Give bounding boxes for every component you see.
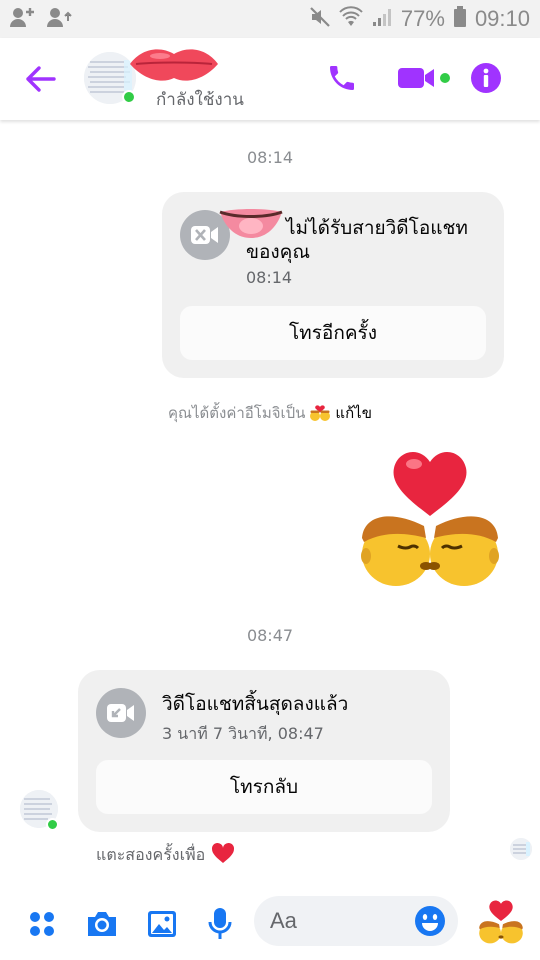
camera-icon <box>88 912 116 936</box>
four-dots-menu-icon <box>30 912 54 936</box>
emoji-change-notice: คุณได้ตั้งค่าอีโมจิเป็น แก้ไข <box>0 400 540 426</box>
gallery-button[interactable] <box>142 904 182 944</box>
heart-icon <box>211 842 235 868</box>
emoji-change-text: คุณได้ตั้งค่าอีโมจิเป็น <box>168 404 306 422</box>
message-input[interactable] <box>270 906 410 936</box>
signal-icon <box>371 6 393 32</box>
ended-call-title: วิดีโอแชทสิ้นสุดลงแล้ว <box>162 693 349 715</box>
missed-video-call-card: ไม่ได้รับสายวิดีโอแชท ของคุณ 08:14 โทรอี… <box>162 192 504 378</box>
sender-name-redaction <box>216 206 286 240</box>
call-back-button[interactable]: โทรกลับ <box>96 760 432 814</box>
clock: 09:10 <box>474 6 530 31</box>
contact-status: กำลังใช้งาน <box>156 90 244 110</box>
smiley-icon <box>415 906 445 936</box>
voice-message-button[interactable] <box>200 904 240 944</box>
phone-icon <box>330 66 354 90</box>
video-call-ended-icon <box>96 688 146 738</box>
message-composer <box>0 884 540 960</box>
missed-call-title-line2: ของคุณ <box>246 241 311 263</box>
ended-video-call-card: วิดีโอแชทสิ้นสุดลงแล้ว 3 นาที 7 วินาที, … <box>78 670 450 832</box>
voice-call-button[interactable] <box>322 58 362 98</box>
wifi-icon <box>339 6 363 32</box>
battery-percent: 77% <box>400 6 445 31</box>
video-camera-icon <box>398 68 450 88</box>
info-icon <box>471 63 501 93</box>
photo-gallery-icon <box>148 911 176 937</box>
mute-icon <box>309 6 331 32</box>
ended-call-detail: 3 นาที 7 วินาที, 08:47 <box>162 724 324 743</box>
timestamp-divider: 08:47 <box>246 626 294 645</box>
contact-sync-notification-icon <box>46 6 72 32</box>
double-tap-hint-text: แตะสองครั้งเพื่อ <box>96 844 206 864</box>
kiss-man-man-emoji-icon <box>361 451 499 586</box>
message-input-container <box>254 896 458 946</box>
back-button[interactable] <box>22 60 60 98</box>
back-arrow-icon <box>26 66 56 92</box>
call-again-button[interactable]: โทรอีกครั้ง <box>180 306 486 360</box>
sender-avatar[interactable] <box>20 790 60 831</box>
edit-emoji-link[interactable]: แก้ไข <box>335 401 372 425</box>
camera-button[interactable] <box>82 904 122 944</box>
video-call-button[interactable] <box>394 58 454 98</box>
kiss-emoji-icon <box>309 400 331 426</box>
microphone-icon <box>208 908 232 939</box>
read-receipt-avatar <box>510 838 532 860</box>
chat-header: กำลังใช้งาน <box>0 38 540 120</box>
emoji-picker-button[interactable] <box>414 905 446 937</box>
missed-call-title-line1: ไม่ได้รับสายวิดีโอแชท <box>286 217 468 239</box>
contact-name-redaction <box>126 44 222 84</box>
add-contact-notification-icon <box>10 6 36 32</box>
timestamp-divider: 08:14 <box>246 148 294 167</box>
kiss-emoji-message[interactable] <box>352 438 508 594</box>
battery-icon <box>453 6 467 32</box>
missed-call-time: 08:14 <box>246 268 293 287</box>
double-tap-hint: แตะสองครั้งเพื่อ <box>96 842 235 868</box>
kiss-emoji-icon <box>479 900 523 944</box>
online-indicator <box>46 818 59 831</box>
conversation-info-button[interactable] <box>466 58 506 98</box>
online-indicator <box>122 90 136 104</box>
send-kiss-emoji-button[interactable] <box>476 896 526 946</box>
messenger-chat-screen: 77% 09:10 กำลังใช้งาน 08:14 ไม่ได้รับสาย… <box>0 0 540 960</box>
status-bar: 77% 09:10 <box>0 0 540 38</box>
more-actions-button[interactable] <box>22 904 62 944</box>
